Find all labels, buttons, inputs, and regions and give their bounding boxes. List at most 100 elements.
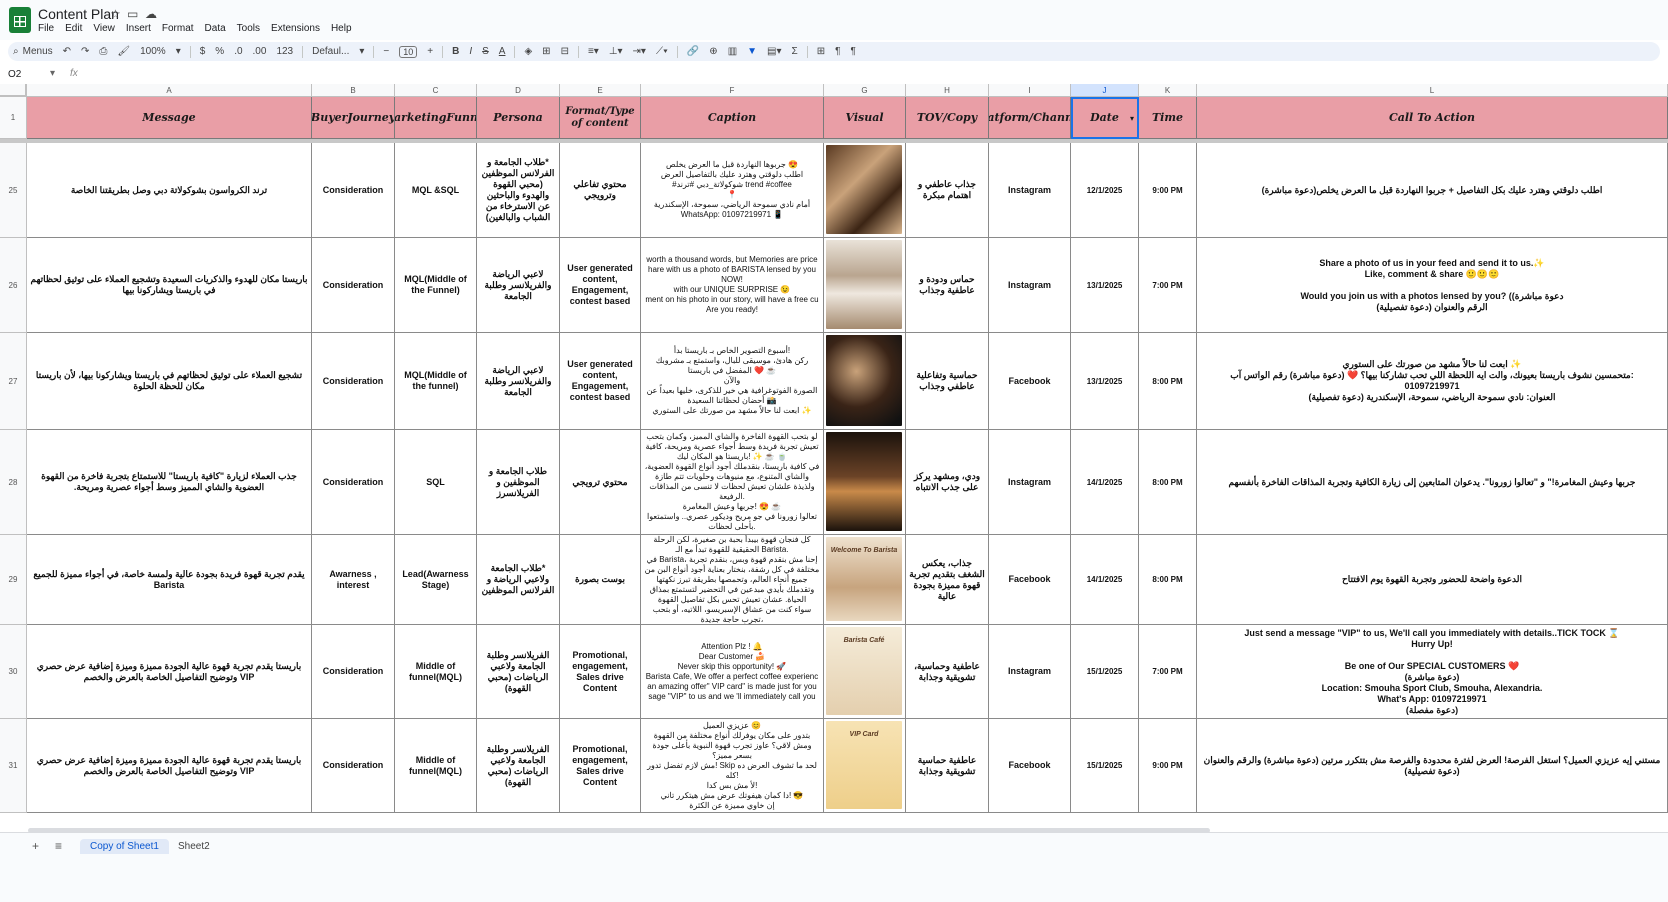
cell-call-to-action[interactable]: اطلب دلوقتي وهترد عليك بكل التفاصيل + جر… [1197, 143, 1668, 238]
cell-format[interactable]: Promotional, engagement, Sales drive Con… [560, 625, 641, 719]
cell-platform[interactable]: Instagram [989, 430, 1071, 535]
insert-comment-icon[interactable]: ⊕ [709, 46, 717, 57]
text-color-icon[interactable]: A [499, 46, 506, 57]
header-date[interactable]: Date ▾ [1071, 97, 1139, 139]
column-header-f[interactable]: F [641, 84, 824, 97]
menu-insert[interactable]: Insert [126, 23, 151, 34]
cell-call-to-action[interactable]: الدعوة واضحة للحضور وتجربة القهوة يوم ال… [1197, 535, 1668, 625]
cell-time[interactable]: 8:00 PM [1139, 333, 1197, 430]
cell-date[interactable]: 13/1/2025 [1071, 333, 1139, 430]
add-sheet-icon[interactable]: + [32, 839, 39, 853]
cell-platform[interactable]: Facebook [989, 719, 1071, 813]
cell-buyer-journey[interactable]: Consideration [312, 333, 395, 430]
row-header-1[interactable]: 1 [0, 97, 27, 139]
cell-visual[interactable]: Welcome To Barista [824, 535, 906, 625]
currency-format-button[interactable]: $ [200, 46, 206, 57]
column-header-c[interactable]: C [395, 84, 477, 97]
cell-buyer-journey[interactable]: Consideration [312, 143, 395, 238]
cell-persona[interactable]: *طلاب الجامعة ولاعبي الرياضة و الفرلانس … [477, 535, 560, 625]
cell-marketing-funnel[interactable]: MQL &SQL [395, 143, 477, 238]
cell-marketing-funnel[interactable]: MQL(Middle of the funnel) [395, 333, 477, 430]
cell-visual[interactable] [824, 143, 906, 238]
cell-tov-copy[interactable]: عاطفية وحماسية، تشويقية وجذابة [906, 625, 989, 719]
cell-tov-copy[interactable]: جذاب عاطفي و اهتمام مبكرة [906, 143, 989, 238]
cell-caption[interactable]: جربوها النهاردة قبل ما العرض يخلص 😍 اطلب… [641, 143, 824, 238]
decrease-font-size-icon[interactable]: − [383, 46, 389, 57]
cell-visual[interactable]: Barista Café [824, 625, 906, 719]
row-header-26[interactable]: 26 [0, 238, 27, 333]
cell-caption[interactable]: worth a thousand words, but Memories are… [641, 238, 824, 333]
percent-format-button[interactable]: % [215, 46, 224, 57]
cell-buyer-journey[interactable]: Awarness , interest [312, 535, 395, 625]
cloud-status-icon[interactable]: ☁ [145, 7, 157, 21]
borders-icon[interactable]: ⊞ [542, 46, 550, 57]
increase-decimal-button[interactable]: .00 [253, 46, 267, 57]
cell-visual[interactable] [824, 238, 906, 333]
header-tov-copy[interactable]: TOV/Copy [906, 97, 989, 139]
cell-time[interactable]: 7:00 PM [1139, 238, 1197, 333]
column-header-i[interactable]: I [989, 84, 1071, 97]
row-header-25[interactable]: 25 [0, 143, 27, 238]
strikethrough-icon[interactable]: S [482, 46, 489, 57]
column-header-h[interactable]: H [906, 84, 989, 97]
cell-date[interactable]: 15/1/2025 [1071, 719, 1139, 813]
functions-icon[interactable]: Σ [792, 46, 798, 57]
sheet-tab-copy-of-sheet1[interactable]: Copy of Sheet1 [80, 839, 169, 854]
ltr-icon[interactable]: ¶ [850, 46, 855, 57]
cell-date[interactable]: 12/1/2025 [1071, 143, 1139, 238]
cell-marketing-funnel[interactable]: MQL(Middle of the Funnel) [395, 238, 477, 333]
cell-time[interactable]: 9:00 PM [1139, 719, 1197, 813]
menu-view[interactable]: View [93, 23, 115, 34]
cell-call-to-action[interactable]: ابعت لنا حالاً مشهد من صورتك على الستوري… [1197, 333, 1668, 430]
header-visual[interactable]: Visual [824, 97, 906, 139]
cell-format[interactable]: User generated content, Engagement, cont… [560, 333, 641, 430]
all-sheets-menu-icon[interactable]: ≡ [55, 839, 62, 853]
row-header-27[interactable]: 27 [0, 333, 27, 430]
column-header-l[interactable]: L [1197, 84, 1668, 97]
cell-message[interactable]: باريستا يقدم تجربة قهوة عالية الجودة ممي… [27, 719, 312, 813]
cell-buyer-journey[interactable]: Consideration [312, 625, 395, 719]
menu-data[interactable]: Data [205, 23, 226, 34]
document-title[interactable]: Content Plan [38, 6, 119, 22]
fill-color-icon[interactable]: ◈ [524, 46, 532, 57]
select-all-corner[interactable] [0, 84, 27, 97]
cell-format[interactable]: محتوي ترويجي [560, 430, 641, 535]
cell-call-to-action[interactable]: Just send a message "VIP" to us, We'll c… [1197, 625, 1668, 719]
text-wrapping-icon[interactable]: ⇥▾ [633, 46, 646, 57]
increase-font-size-icon[interactable]: + [427, 46, 433, 57]
zoom-select[interactable]: 100% [140, 46, 166, 57]
print-icon[interactable]: ⎙ [99, 46, 107, 57]
cell-date[interactable]: 13/1/2025 [1071, 238, 1139, 333]
insert-link-icon[interactable]: 🔗 [687, 46, 699, 57]
italic-icon[interactable]: I [469, 46, 472, 57]
cell-date[interactable]: 14/1/2025 [1071, 430, 1139, 535]
cell-format[interactable]: محتوي تفاعلي وترويجي [560, 143, 641, 238]
horizontal-align-icon[interactable]: ≡▾ [588, 46, 599, 57]
cell-buyer-journey[interactable]: Consideration [312, 430, 395, 535]
row-header-29[interactable]: 29 [0, 535, 27, 625]
cell-time[interactable]: 8:00 PM [1139, 535, 1197, 625]
column-header-b[interactable]: B [312, 84, 395, 97]
insert-chart-icon[interactable]: ▥ [728, 46, 737, 57]
cell-message[interactable]: تشجيع العملاء على توثيق لحظاتهم في باريس… [27, 333, 312, 430]
row-header-28[interactable]: 28 [0, 430, 27, 535]
header-marketing-funnel[interactable]: MarketingFunnel [395, 97, 477, 139]
cell-time[interactable]: 9:00 PM [1139, 143, 1197, 238]
cell-platform[interactable]: Facebook [989, 333, 1071, 430]
cell-visual[interactable]: VIP Card [824, 719, 906, 813]
cell-time[interactable]: 8:00 PM [1139, 430, 1197, 535]
cell-call-to-action[interactable]: Share a photo of us in your feed and sen… [1197, 238, 1668, 333]
move-folder-icon[interactable]: ▭ [127, 7, 138, 21]
vertical-align-icon[interactable]: ⊥▾ [609, 46, 623, 57]
cell-call-to-action[interactable]: جربها وعيش المغامرة!" و "تعالوا زورونا".… [1197, 430, 1668, 535]
cell-tov-copy[interactable]: حماسية وتفاعلية عاطفي وجذاب [906, 333, 989, 430]
font-size-input[interactable]: 10 [399, 45, 418, 58]
name-box-chevron-down-icon[interactable]: ▾ [50, 68, 55, 79]
menu-help[interactable]: Help [331, 23, 352, 34]
row-header-30[interactable]: 30 [0, 625, 27, 719]
cell-format[interactable]: User generated content, Engagement, cont… [560, 238, 641, 333]
font-chevron-down-icon[interactable]: ▾ [359, 46, 364, 57]
cell-format[interactable]: Promotional, engagement, Sales drive Con… [560, 719, 641, 813]
filter-dropdown-icon[interactable]: ▾ [1130, 112, 1134, 124]
rtl-icon[interactable]: ¶ [835, 46, 840, 57]
